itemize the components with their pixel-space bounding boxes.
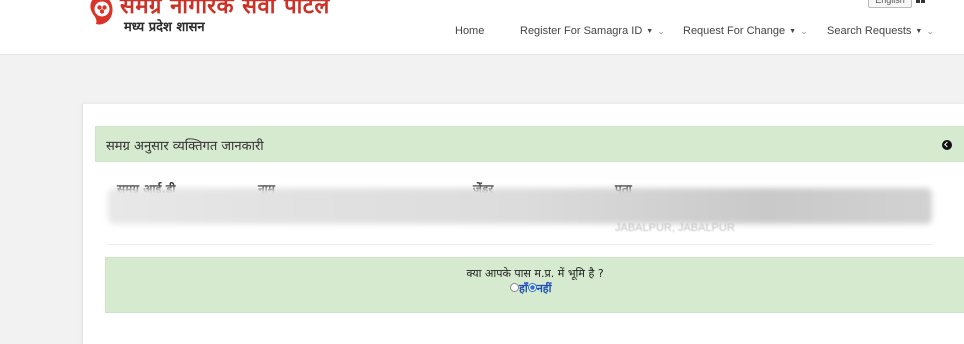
grid-icon[interactable] bbox=[916, 0, 925, 4]
radio-yes[interactable] bbox=[510, 283, 519, 292]
chevron-down-icon: ⌄ bbox=[657, 26, 665, 36]
radio-yes-label[interactable]: हाँ bbox=[519, 282, 528, 295]
nav-request-for-change[interactable]: Request For Change ▼ ⌄ bbox=[683, 25, 808, 37]
nav-request-label: Request For Change bbox=[683, 25, 786, 37]
land-question-box: क्या आपके पास म.प्र. में भूमि है ? हाँ नह… bbox=[105, 257, 964, 313]
radio-no-label[interactable]: नहीं bbox=[537, 282, 552, 295]
chevron-down-icon: ⌄ bbox=[800, 26, 808, 36]
nav-search-label: Search Requests bbox=[827, 25, 912, 37]
nav-register-label: Register For Samagra ID bbox=[520, 25, 643, 37]
caret-down-icon: ▼ bbox=[915, 28, 923, 35]
chevron-down-icon: ⌄ bbox=[926, 26, 934, 36]
panel-header[interactable]: समग्र अनुसार व्यक्तिगत जानकारी bbox=[95, 126, 964, 162]
land-radio-group: हाँ नहीं bbox=[510, 281, 552, 295]
caret-down-icon: ▼ bbox=[789, 28, 797, 35]
radio-no[interactable] bbox=[527, 283, 537, 292]
caret-down-icon: ▼ bbox=[646, 28, 654, 35]
nav-home-label: Home bbox=[455, 25, 485, 37]
details-card: समग्र अनुसार व्यक्तिगत जानकारी समग्र आई.… bbox=[82, 103, 964, 344]
samagra-logo[interactable] bbox=[88, 0, 114, 30]
nav-home[interactable]: Home bbox=[455, 25, 484, 37]
nav-register-samagra-id[interactable]: Register For Samagra ID ▼ ⌄ bbox=[520, 25, 665, 37]
site-header: समग्र नागरिक सेवा पोर्टल मध्य प्रदेश शास… bbox=[0, 0, 964, 55]
panel-title: समग्र अनुसार व्यक्तिगत जानकारी bbox=[106, 139, 264, 154]
circle-chevron-icon[interactable] bbox=[942, 140, 952, 150]
land-question-text: क्या आपके पास म.प्र. में भूमि है ? bbox=[466, 267, 604, 280]
nav-search-requests[interactable]: Search Requests ▼ ⌄ bbox=[827, 25, 934, 37]
brand-subtitle: मध्य प्रदेश शासन bbox=[124, 20, 205, 35]
redacted-data-row bbox=[108, 188, 932, 224]
language-button[interactable]: English bbox=[868, 0, 912, 8]
row-divider bbox=[107, 244, 933, 245]
table-cell-address: JABALPUR, JABALPUR bbox=[615, 222, 735, 234]
